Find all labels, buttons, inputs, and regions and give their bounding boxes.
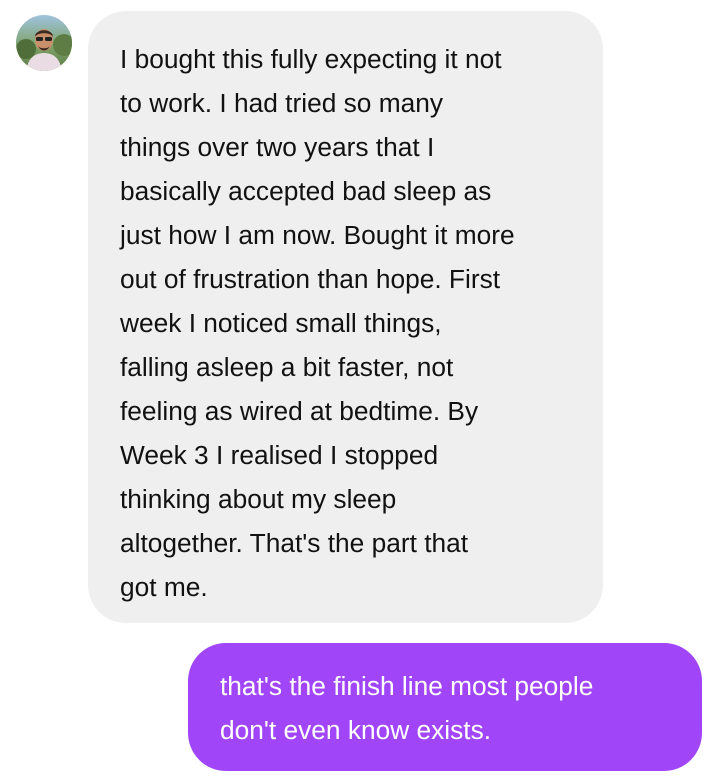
message-line: basically accepted bad sleep as — [120, 176, 492, 206]
user-avatar-photo-icon — [16, 15, 72, 71]
message-line: things over two years that I — [120, 132, 435, 162]
message-line: falling asleep a bit faster, not — [120, 352, 454, 382]
message-line: week I noticed small things, — [120, 308, 442, 338]
message-line: to work. I had tried so many — [120, 88, 444, 118]
message-line: don't even know exists. — [220, 715, 492, 745]
sender-avatar[interactable] — [16, 15, 72, 71]
outgoing-message-bubble[interactable]: that's the finish line most people don't… — [188, 643, 702, 771]
message-line: thinking about my sleep — [120, 484, 397, 514]
message-line: out of frustration than hope. First — [120, 264, 501, 294]
message-line: got me. — [120, 572, 208, 602]
message-line: altogether. That's the part that — [120, 528, 469, 558]
message-line: Week 3 I realised I stopped — [120, 440, 439, 470]
message-line: just how I am now. Bought it more — [120, 220, 515, 250]
message-line: I bought this fully expecting it not — [120, 44, 502, 74]
message-line: feeling as wired at bedtime. By — [120, 396, 479, 426]
incoming-message-bubble[interactable]: I bought this fully expecting it not to … — [88, 11, 603, 623]
message-line: that's the finish line most people — [220, 671, 594, 701]
